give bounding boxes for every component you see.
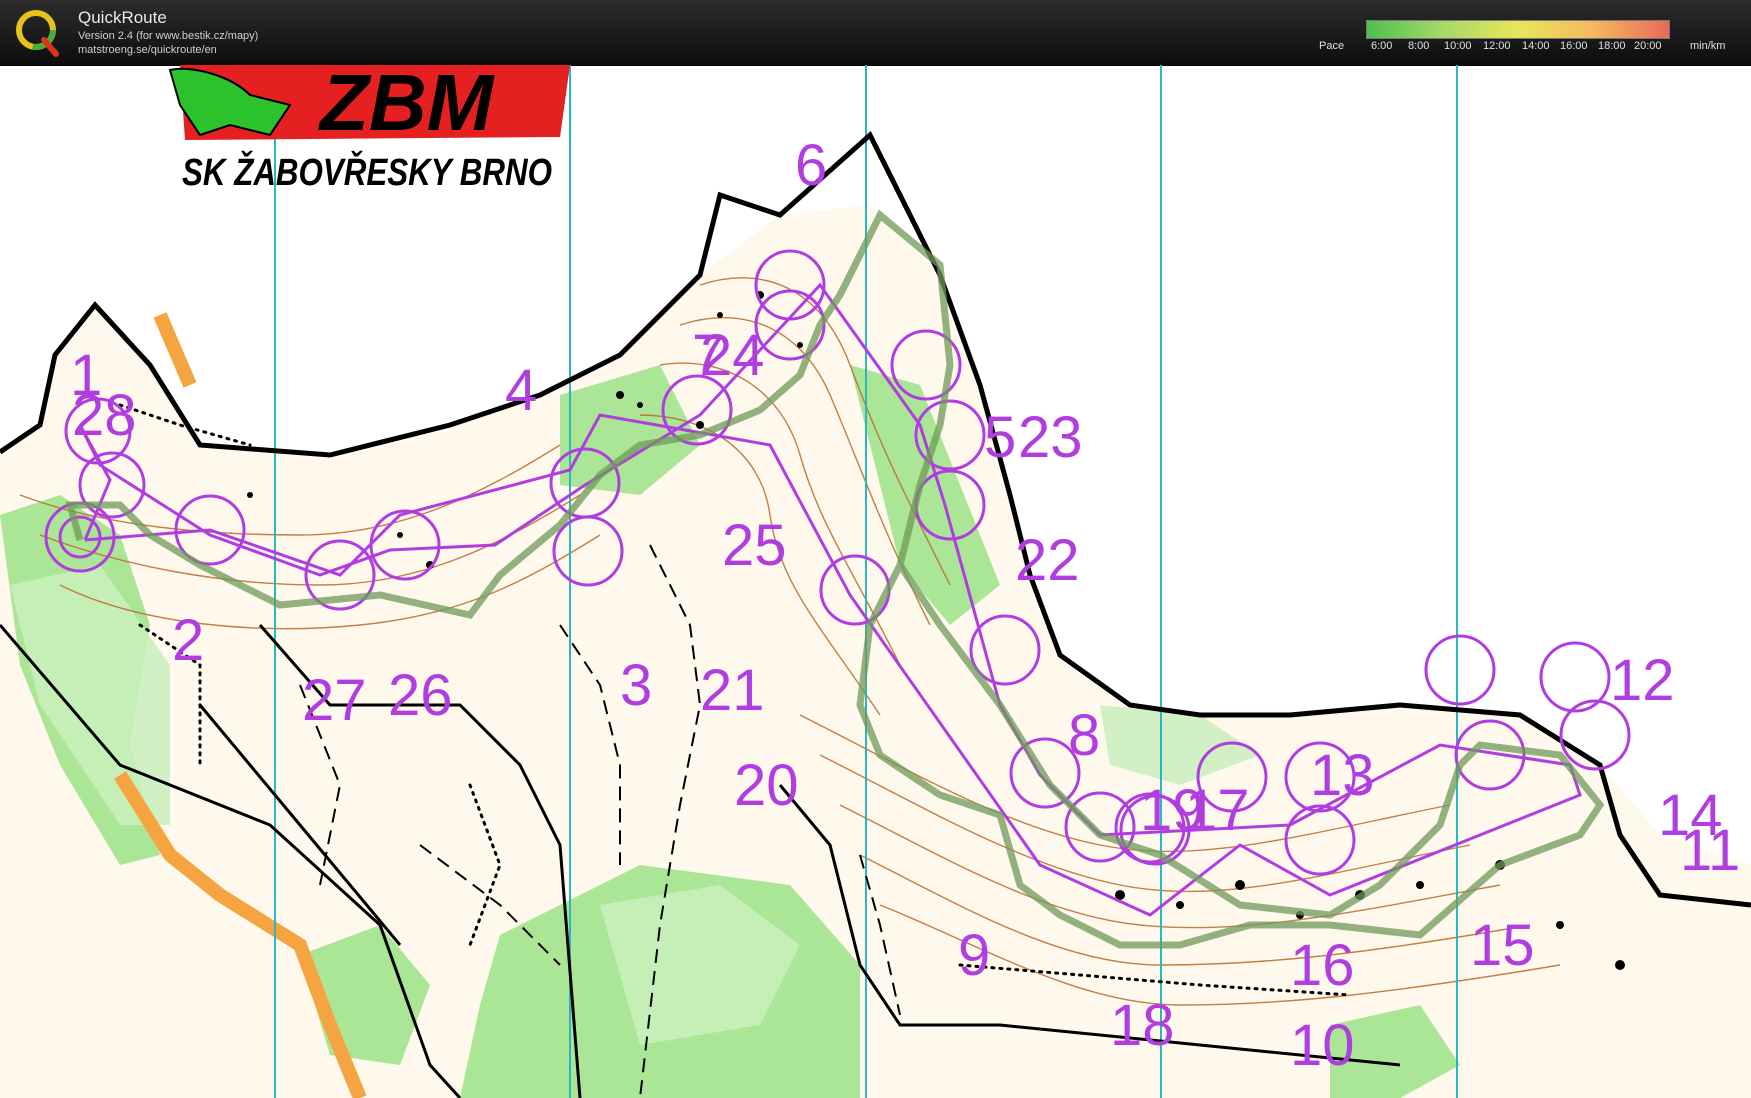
- url-line: matstroeng.se/quickroute/en: [78, 44, 217, 56]
- control-number: 17: [1185, 778, 1250, 843]
- control-number: 4: [505, 358, 537, 423]
- control-number: 20: [734, 753, 799, 818]
- pace-tick: 12:00: [1483, 40, 1511, 52]
- control-number: 15: [1470, 913, 1535, 978]
- pace-color-scale: [1366, 20, 1670, 39]
- quickroute-logo-icon: [16, 10, 59, 57]
- control-number: 7: [692, 323, 724, 388]
- club-logo: ZBM SK ŽABOVŘESKY BRNO: [168, 65, 570, 194]
- control-number: 28: [72, 383, 137, 448]
- control-number: 2: [172, 608, 204, 673]
- control-number: 27: [302, 668, 367, 733]
- pace-tick: 14:00: [1522, 40, 1550, 52]
- app-title: QuickRoute: [78, 8, 167, 27]
- version-line: Version 2.4 (for www.bestik.cz/mapy): [78, 30, 259, 42]
- app-header: QuickRoute Version 2.4 (for www.bestik.c…: [0, 0, 1751, 66]
- pace-tick: 16:00: [1560, 40, 1588, 52]
- club-letters: ZBM: [318, 65, 496, 147]
- control-number: 12: [1610, 648, 1675, 713]
- control-number: 3: [620, 653, 652, 718]
- control-number: 25: [722, 513, 787, 578]
- orienteering-map[interactable]: ZBM SK ŽABOVŘESKY BRNO 1 28 2 27 26 3 4 …: [0, 65, 1751, 1098]
- control-number: 23: [1018, 405, 1083, 470]
- control-number: 13: [1310, 743, 1375, 808]
- control-number: 18: [1110, 993, 1175, 1058]
- control-number: 9: [958, 923, 990, 988]
- pace-tick: 20:00: [1634, 40, 1662, 52]
- control-number: 6: [795, 133, 827, 198]
- pace-label: Pace: [1319, 40, 1345, 52]
- control-number: 11: [1680, 818, 1740, 883]
- control-number: 10: [1290, 1013, 1355, 1078]
- control-number: 22: [1015, 528, 1080, 593]
- control-number: 8: [1068, 703, 1100, 768]
- pace-tick: 6:00: [1371, 40, 1393, 52]
- control-number: 16: [1290, 933, 1355, 998]
- control-number: 21: [700, 658, 765, 723]
- pace-tick: 10:00: [1444, 40, 1472, 52]
- pace-tick: 18:00: [1598, 40, 1626, 52]
- pace-tick: 8:00: [1408, 40, 1430, 52]
- club-name: SK ŽABOVŘESKY BRNO: [182, 150, 552, 194]
- pace-unit: min/km: [1690, 40, 1726, 52]
- control-number: 26: [388, 663, 453, 728]
- control-number: 5: [984, 405, 1016, 470]
